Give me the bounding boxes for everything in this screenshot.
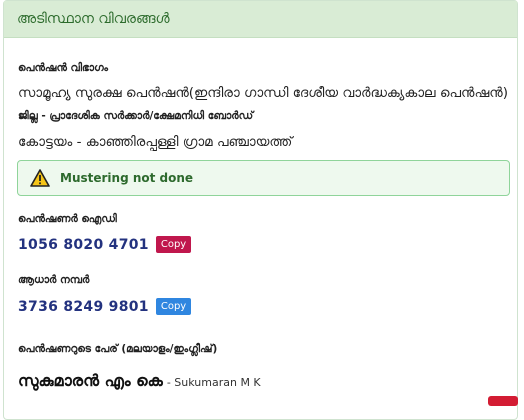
- basic-details-card: അടിസ്ഥാന വിവരങ്ങൾ പെൻഷൻ വിഭാഗം സാമൂഹ്യ സ…: [3, 0, 518, 420]
- pensioner-name-english: - Sukumaran M K: [167, 376, 261, 389]
- alert-text: Mustering not done: [60, 171, 193, 185]
- aadhaar-row: 3736 8249 9801 Copy: [18, 298, 191, 315]
- pensioner-id-row: 1056 8020 4701 Copy: [18, 236, 191, 253]
- card-title: അടിസ്ഥാന വിവരങ്ങൾ: [17, 11, 170, 27]
- mustering-alert: Mustering not done: [17, 160, 510, 196]
- pensioner-name-row: സുകുമാരൻ എം കെ - Sukumaran M K: [18, 371, 261, 391]
- district-label: ജില്ല - പ്രാദേശിക സർക്കാർ/ക്ഷേമനിധി ബോർഡ…: [18, 110, 253, 123]
- name-label: പെൻഷണറുടെ പേര് (മലയാളം/ഇംഗ്ലീഷ്): [18, 343, 217, 356]
- pensioner-name-malayalam: സുകുമാരൻ എം കെ: [18, 371, 163, 391]
- pension-category-label: പെൻഷൻ വിഭാഗം: [18, 62, 108, 75]
- pensioner-id-label: പെൻഷണർ ഐഡി: [18, 213, 117, 226]
- corner-button[interactable]: [488, 396, 518, 406]
- warning-icon: [30, 169, 50, 187]
- card-header: അടിസ്ഥാന വിവരങ്ങൾ: [4, 1, 517, 38]
- copy-pensioner-id-button[interactable]: Copy: [156, 236, 191, 253]
- aadhaar-label: ആധാർ നമ്പർ: [18, 274, 89, 287]
- pension-category-value: സാമൂഹ്യ സുരക്ഷ പെൻഷൻ(ഇന്ദിരാ ഗാന്ധി ദേശീ…: [18, 85, 508, 101]
- pensioner-id-value: 1056 8020 4701: [18, 237, 149, 253]
- aadhaar-value: 3736 8249 9801: [18, 299, 149, 315]
- copy-aadhaar-button[interactable]: Copy: [156, 298, 191, 315]
- district-value: കോട്ടയം - കാഞ്ഞിരപ്പള്ളി ഗ്രാമ പഞ്ചായത്ത…: [18, 134, 292, 150]
